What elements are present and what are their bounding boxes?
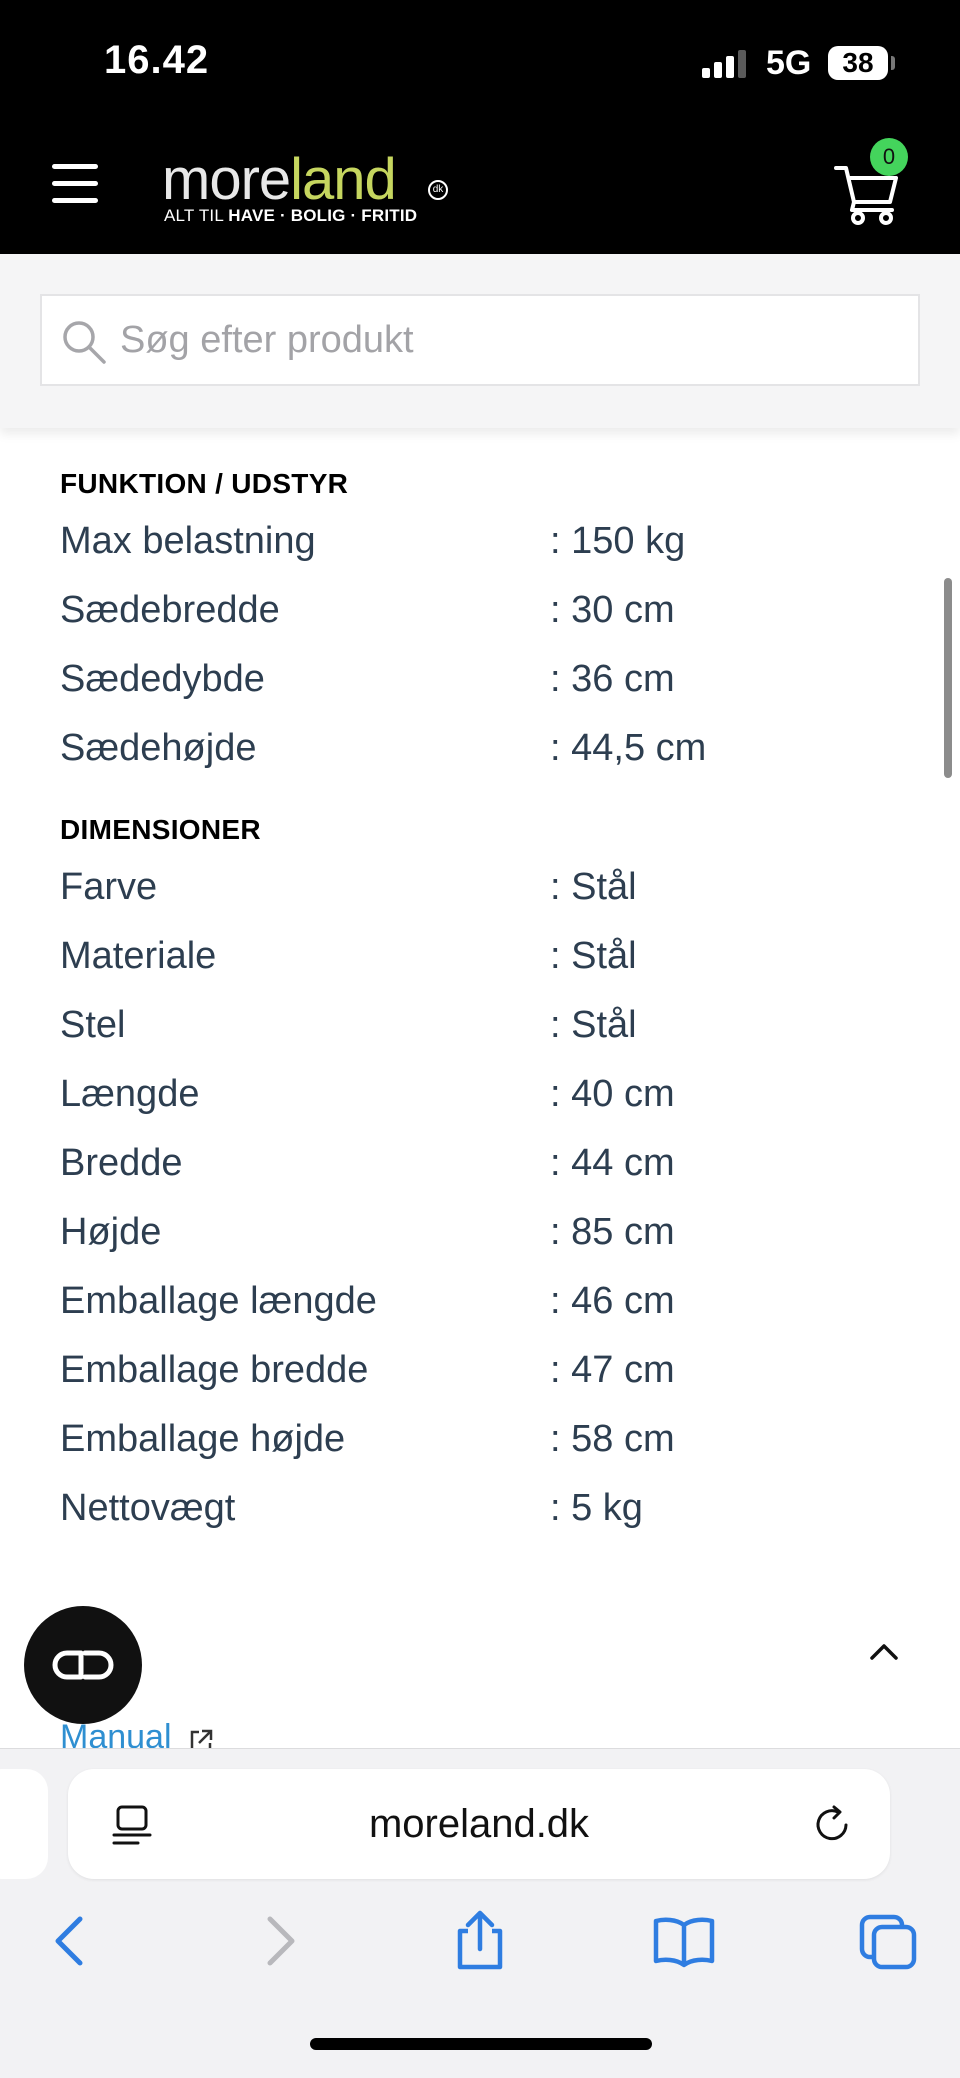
spec-value: : 36 cm — [550, 658, 675, 700]
network-type: 5G — [766, 44, 812, 82]
page-scrollbar[interactable] — [944, 578, 952, 778]
bookmarks-icon[interactable] — [652, 1909, 716, 1973]
spec-row: Sædedybde : 36 cm — [60, 658, 920, 718]
chevron-up-icon[interactable] — [868, 1640, 900, 1664]
forward-icon[interactable] — [246, 1909, 310, 1973]
spec-row: Max belastning : 150 kg — [60, 520, 920, 580]
spec-label: Stel — [60, 1004, 126, 1046]
spec-label: Nettovægt — [60, 1487, 236, 1529]
search-icon — [63, 321, 106, 364]
spec-row: Emballage længde : 46 cm — [60, 1280, 920, 1340]
spec-row: Højde : 85 cm — [60, 1211, 920, 1271]
search-bar-area — [0, 254, 960, 428]
url-text: moreland.dk — [368, 1802, 590, 1846]
address-bar[interactable]: moreland.dk — [68, 1769, 890, 1879]
spec-value: : 58 cm — [550, 1418, 675, 1460]
browser-toolbar: moreland.dk — [0, 1748, 960, 2078]
site-header: moreland dk ALT TIL HAVE · BOLIG · FRITI… — [0, 128, 960, 254]
spec-row: Sædebredde : 30 cm — [60, 589, 920, 649]
spec-row: Stel : Stål — [60, 1004, 920, 1064]
battery-icon: 38 — [828, 46, 888, 80]
spec-value: : 44,5 cm — [550, 727, 707, 769]
spec-row: Emballage bredde : 47 cm — [60, 1349, 920, 1409]
cart-count-badge: 0 — [870, 138, 908, 176]
spec-label: Emballage længde — [60, 1280, 377, 1322]
search-box[interactable] — [40, 294, 920, 386]
back-icon[interactable] — [40, 1909, 104, 1973]
spec-label: Emballage højde — [60, 1418, 346, 1460]
section-heading-dimensioner: DIMENSIONER — [60, 814, 261, 845]
spec-label: Bredde — [60, 1142, 183, 1184]
hamburger-menu-icon[interactable] — [52, 164, 100, 204]
link-icon — [52, 1650, 114, 1680]
spec-row: Materiale : Stål — [60, 935, 920, 995]
spec-value: : Stål — [550, 1004, 637, 1046]
spec-label: Længde — [60, 1073, 200, 1115]
floating-action-button[interactable] — [24, 1606, 142, 1724]
tabs-icon[interactable] — [856, 1909, 920, 1973]
spec-row: Sædehøjde : 44,5 cm — [60, 727, 920, 787]
section-heading-funktion: FUNKTION / UDSTYR — [60, 468, 349, 499]
reload-icon[interactable] — [810, 1803, 854, 1847]
spec-label: Max belastning — [60, 520, 316, 562]
status-time: 16.42 — [104, 38, 210, 82]
spec-row: Nettovægt : 5 kg — [60, 1487, 920, 1547]
spec-value: : 150 kg — [550, 520, 686, 562]
spec-row: Emballage højde : 58 cm — [60, 1418, 920, 1478]
search-input[interactable] — [120, 296, 900, 384]
spec-value: : Stål — [550, 935, 637, 977]
spec-label: Sædedybde — [60, 658, 265, 700]
spec-value: : 85 cm — [550, 1211, 675, 1253]
home-indicator[interactable] — [310, 2038, 652, 2050]
spec-label: Sædehøjde — [60, 727, 257, 769]
spec-label: Højde — [60, 1211, 162, 1253]
spec-value: : 47 cm — [550, 1349, 675, 1391]
spec-row: Bredde : 44 cm — [60, 1142, 920, 1202]
spec-label: Sædebredde — [60, 589, 280, 631]
spec-value: : Stål — [550, 866, 637, 908]
status-bar: 16.42 5G 38 — [0, 0, 960, 128]
spec-row: Længde : 40 cm — [60, 1073, 920, 1133]
logo-wordmark: moreland — [162, 147, 397, 212]
spec-label: Farve — [60, 866, 158, 908]
spec-label: Emballage bredde — [60, 1349, 369, 1391]
spec-label: Materiale — [60, 935, 217, 977]
battery-tip — [891, 56, 895, 70]
spec-value: : 44 cm — [550, 1142, 675, 1184]
moreland-logo[interactable]: moreland dk ALT TIL HAVE · BOLIG · FRITI… — [162, 150, 462, 230]
spec-value: : 40 cm — [550, 1073, 675, 1115]
cellular-signal-icon — [702, 50, 750, 78]
previous-tab-edge[interactable] — [0, 1769, 48, 1879]
logo-tagline: ALT TIL HAVE · BOLIG · FRITID — [164, 206, 418, 225]
spec-value: : 5 kg — [550, 1487, 643, 1529]
spec-value: : 46 cm — [550, 1280, 675, 1322]
spec-row: Farve : Stål — [60, 866, 920, 926]
spec-value: : 30 cm — [550, 589, 675, 631]
share-icon[interactable] — [448, 1909, 512, 1973]
logo-dk-badge: dk — [428, 180, 448, 200]
